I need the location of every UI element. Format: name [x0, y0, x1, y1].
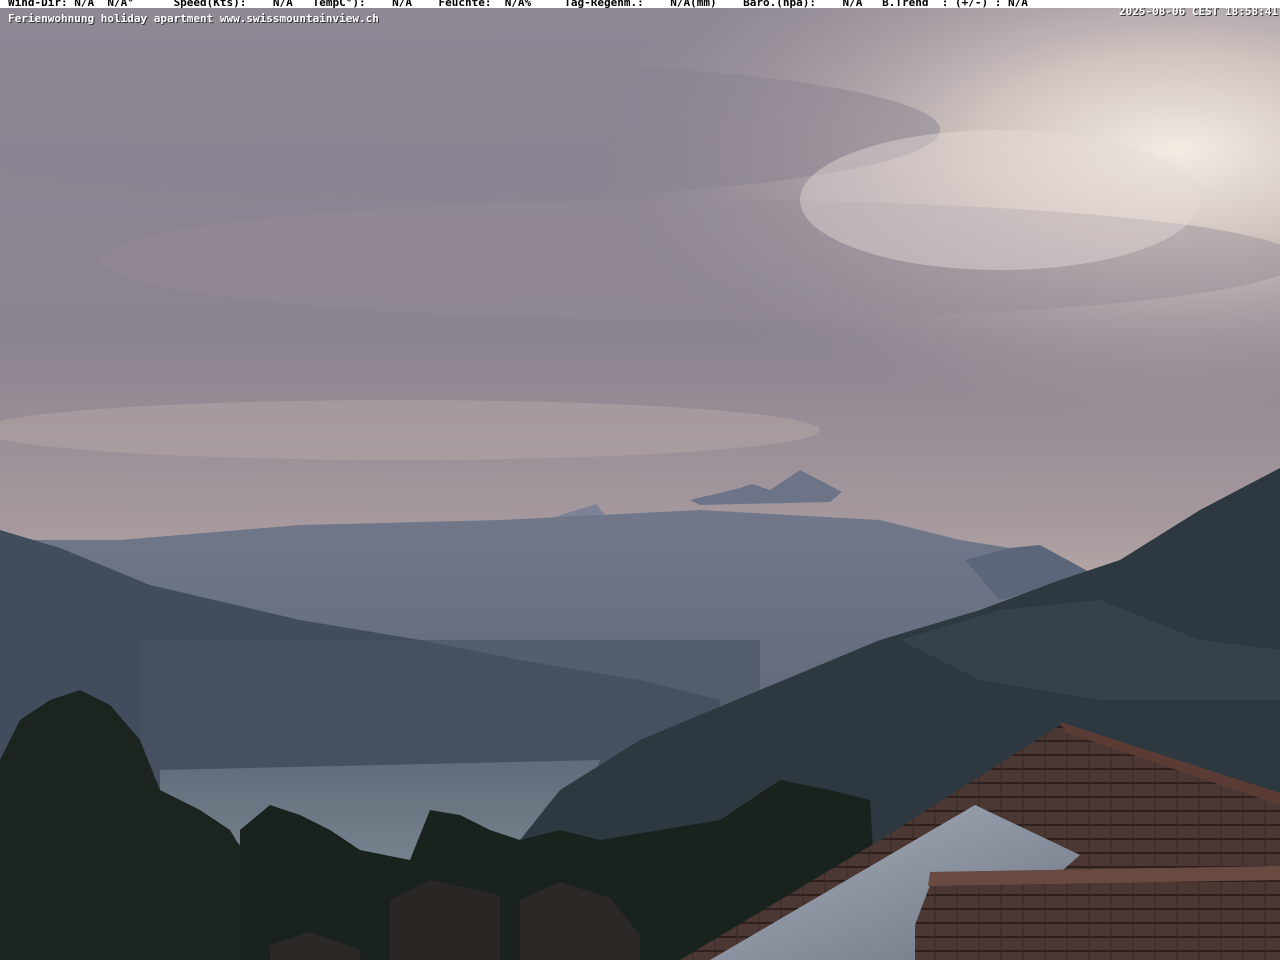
- weather-readout: Wind-Dir: N/A N/A° Speed(Kts): N/A TempC…: [8, 0, 1028, 9]
- cloud-band: [0, 400, 820, 460]
- cloud-band: [800, 130, 1200, 270]
- webcam-view: Wind-Dir: N/A N/A° Speed(Kts): N/A TempC…: [0, 0, 1280, 960]
- house-roof: [390, 880, 500, 960]
- mountain-landscape-image: [0, 0, 1280, 960]
- webcam-caption: Ferienwohnung holiday apartment www.swis…: [8, 12, 379, 25]
- timestamp: 2025-08-06 CEST 18:58:41: [1119, 5, 1278, 18]
